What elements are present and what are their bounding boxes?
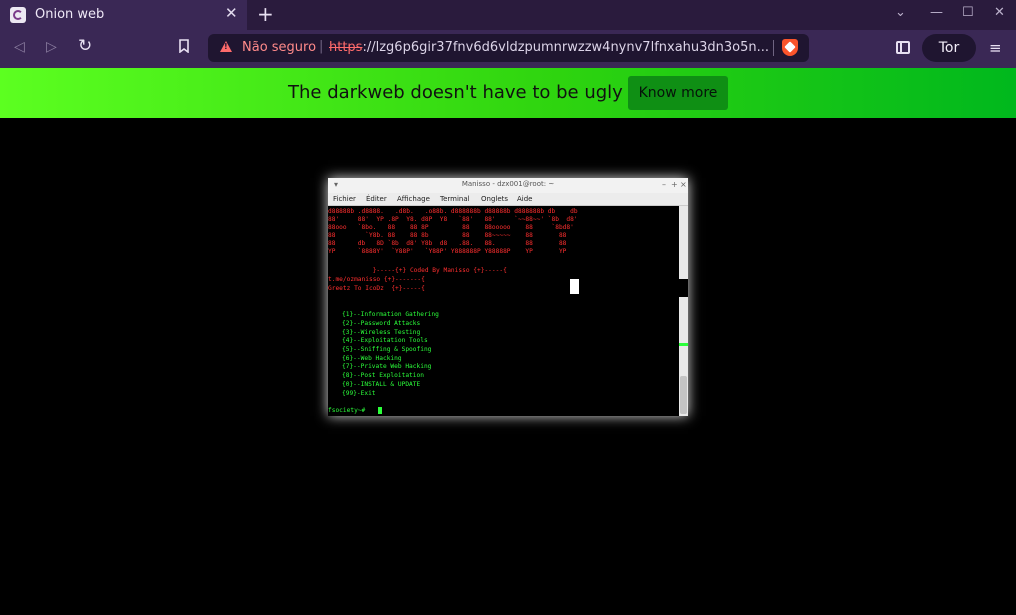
tab-onion-web[interactable]: Onion web ✕ — [0, 0, 247, 30]
terminal-menu-editer: Éditer — [366, 195, 387, 203]
contact-line: t.me/ozmanisso {+}-------{ — [328, 276, 425, 283]
ascii-banner-line: 88ooo `8bo. 88 88 8P 88 88ooooo 88 `8bd8… — [328, 224, 574, 231]
ascii-banner-line: YP `8888Y' `Y88P' `Y88P' Y888888P Y88888… — [328, 248, 567, 255]
url-separator: | — [319, 39, 324, 54]
menu-item: {2}--Password Attacks — [342, 320, 421, 327]
bookmark-icon[interactable] — [178, 39, 190, 57]
terminal-block-cursor — [570, 279, 579, 294]
sidebar-icon[interactable] — [896, 41, 910, 54]
menu-item: {0}--INSTALL & UPDATE — [342, 381, 421, 388]
terminal-menu-fichier: Fichier — [333, 195, 356, 203]
terminal-menubar: Fichier Éditer Affichage Terminal Onglet… — [328, 193, 688, 206]
terminal-scrollbar-thumb — [680, 376, 687, 414]
tab-favicon-icon — [10, 7, 26, 23]
security-status[interactable]: Não seguro — [242, 40, 316, 55]
menu-item: {1}--Information Gathering — [342, 311, 439, 318]
forward-icon[interactable]: ▷ — [46, 39, 57, 55]
browser-toolbar: ◁ ▷ ↻ Não seguro | https://lzg6p6gir37fn… — [0, 30, 1016, 68]
url-host: ://lzg6p6gir37fnv6d6vldzpumnrwzzw4nynv7l… — [362, 40, 770, 55]
ascii-banner-line: 88 `Y8b. 88 88 8b 88 88~~~~~ 88 88 — [328, 232, 567, 239]
warning-icon — [220, 41, 232, 52]
terminal-body: d88888b .d8888. .d8b. .o88b. d888888b d8… — [328, 206, 678, 416]
brave-shields-icon[interactable] — [782, 39, 798, 56]
greet-line: Greetz To IcoDz {+}-----{ — [328, 285, 425, 292]
terminal-cursor — [378, 407, 382, 414]
terminal-screenshot: ▾ Manisso - dzx001@root: ~ – + × Fichier… — [328, 178, 688, 416]
new-tab-button[interactable]: + — [257, 2, 274, 26]
terminal-title: Manisso - dzx001@root: ~ — [461, 180, 555, 188]
banner-text: The darkweb doesn't have to be ugly 🛠️ — [288, 82, 651, 103]
tor-button[interactable]: Tor — [922, 34, 976, 62]
terminal-glitch — [679, 343, 688, 346]
tab-list-dropdown-icon[interactable]: ⌄ — [895, 5, 906, 20]
tab-close-icon[interactable]: ✕ — [225, 4, 238, 22]
address-bar[interactable]: Não seguro | https://lzg6p6gir37fnv6d6vl… — [208, 34, 809, 62]
maximize-icon[interactable]: ☐ — [962, 5, 974, 20]
terminal-titlebar: ▾ Manisso - dzx001@root: ~ – + × — [328, 178, 688, 193]
menu-icon[interactable]: ≡ — [989, 39, 1002, 57]
menu-item: {7}--Private Web Hacking — [342, 363, 432, 370]
tab-title: Onion web — [35, 7, 105, 22]
menu-item: {8}--Post Exploitation — [342, 372, 424, 379]
terminal-menu-affichage: Affichage — [397, 195, 430, 203]
url-divider — [773, 40, 774, 56]
terminal-maximize-icon: + — [671, 180, 678, 189]
menu-item: {99}-Exit — [342, 390, 376, 397]
close-window-icon[interactable]: ✕ — [994, 5, 1005, 20]
menu-item: {4}--Exploitation Tools — [342, 337, 428, 344]
terminal-scrollbar — [679, 206, 688, 416]
ascii-banner-line: 88 db 8D `8b d8' Y8b d8 .88. 88. 88 88 — [328, 240, 567, 247]
tab-strip: Onion web ✕ + ⌄ — ☐ ✕ — [0, 0, 1016, 30]
ascii-banner-line: 88' 88' YP .8P Y8. d8P Y8 `88' 88' `~~88… — [328, 216, 578, 223]
terminal-menu-onglets: Onglets — [481, 195, 509, 203]
url-text[interactable]: https://lzg6p6gir37fnv6d6vldzpumnrwzzw4n… — [329, 40, 769, 55]
minimize-icon[interactable]: — — [930, 5, 943, 20]
terminal-menu-terminal: Terminal — [440, 195, 470, 203]
credit-line: }-----{+} Coded By Manisso {+}-----{ — [328, 267, 507, 274]
menu-item: {3}--Wireless Testing — [342, 329, 421, 336]
ascii-banner-line: d88888b .d8888. .d8b. .o88b. d888888b d8… — [328, 208, 578, 215]
promo-banner: The darkweb doesn't have to be ugly 🛠️ K… — [0, 68, 1016, 118]
terminal-menu-aide: Aide — [517, 195, 533, 203]
terminal-minimize-icon: – — [662, 180, 666, 189]
terminal-prompt: fsociety~# — [328, 407, 369, 414]
reload-icon[interactable]: ↻ — [78, 36, 92, 56]
know-more-button[interactable]: Know more — [628, 76, 728, 110]
back-icon[interactable]: ◁ — [14, 39, 25, 55]
menu-item: {5}--Sniffing & Spoofing — [342, 346, 432, 353]
terminal-close-icon: × — [680, 180, 687, 189]
url-scheme: https — [329, 40, 363, 55]
menu-item: {6}--Web Hacking — [342, 355, 402, 362]
terminal-glitch — [679, 279, 688, 297]
